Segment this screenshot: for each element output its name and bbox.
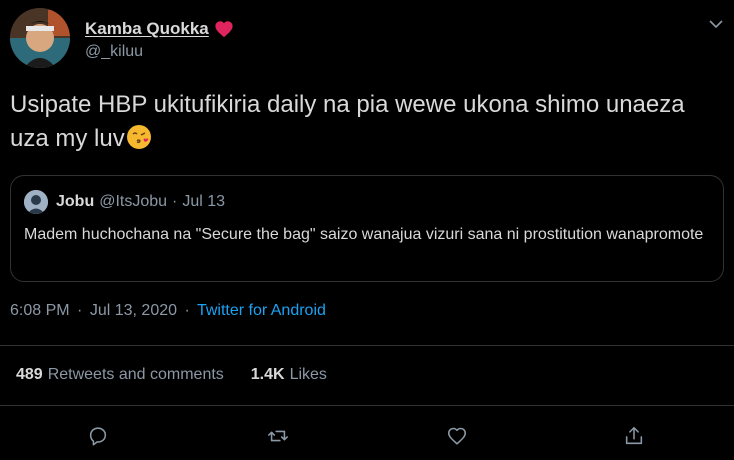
quoted-tweet-text: Madem huchochana na "Secure the bag" sai… — [24, 226, 704, 243]
tweet-source-link[interactable]: Twitter for Android — [197, 302, 326, 319]
tweet-action-bar — [0, 424, 734, 452]
quoted-tweet-header: Jobu @ItsJobu · Jul 13 — [24, 190, 225, 214]
tweet-body: Usipate HBP ukitufikiria daily na pia we… — [10, 91, 685, 152]
divider — [0, 345, 734, 346]
like-icon[interactable] — [445, 424, 469, 448]
source-separator: · — [184, 302, 190, 319]
quoted-author-handle: @ItsJobu — [99, 193, 168, 210]
timestamp-separator: · — [77, 302, 83, 319]
tweet-time[interactable]: 6:08 PM — [10, 302, 70, 319]
heart-icon — [214, 20, 234, 38]
retweets-count: 489 — [16, 366, 43, 383]
divider — [0, 405, 734, 406]
reply-icon[interactable] — [86, 424, 110, 448]
likes-count: 1.4K — [250, 366, 285, 383]
tweet-text: Usipate HBP ukitufikiria daily na pia we… — [10, 88, 726, 156]
quoted-author-avatar — [24, 190, 48, 214]
retweets-label: Retweets and comments — [47, 366, 224, 383]
retweets-stat[interactable]: 489 Retweets and comments — [16, 366, 224, 384]
tweet-timestamp-row: 6:08 PM · Jul 13, 2020 · Twitter for And… — [10, 302, 326, 320]
quoted-author-name: Jobu — [56, 193, 95, 210]
quoted-separator: · — [172, 193, 178, 210]
chevron-down-icon[interactable] — [708, 16, 724, 32]
quoted-tweet[interactable]: Jobu @ItsJobu · Jul 13 Madem huchochana … — [10, 175, 724, 282]
author-display-name[interactable]: Kamba Quokka — [85, 19, 209, 39]
quoted-date: Jul 13 — [182, 193, 226, 210]
tweet-stats: 489 Retweets and comments 1.4K Likes — [16, 366, 327, 384]
likes-label: Likes — [289, 366, 327, 383]
tweet-header: Kamba Quokka @_kiluu — [10, 8, 726, 72]
likes-stat[interactable]: 1.4K Likes — [251, 366, 327, 384]
face-blowing-kiss-icon — [126, 124, 152, 150]
tweet-date[interactable]: Jul 13, 2020 — [90, 302, 177, 319]
retweet-icon[interactable] — [266, 424, 290, 448]
author-avatar[interactable] — [10, 8, 70, 68]
author-name-row: Kamba Quokka — [85, 19, 234, 39]
author-handle: @_kiluu — [85, 43, 144, 60]
share-icon[interactable] — [622, 424, 646, 448]
